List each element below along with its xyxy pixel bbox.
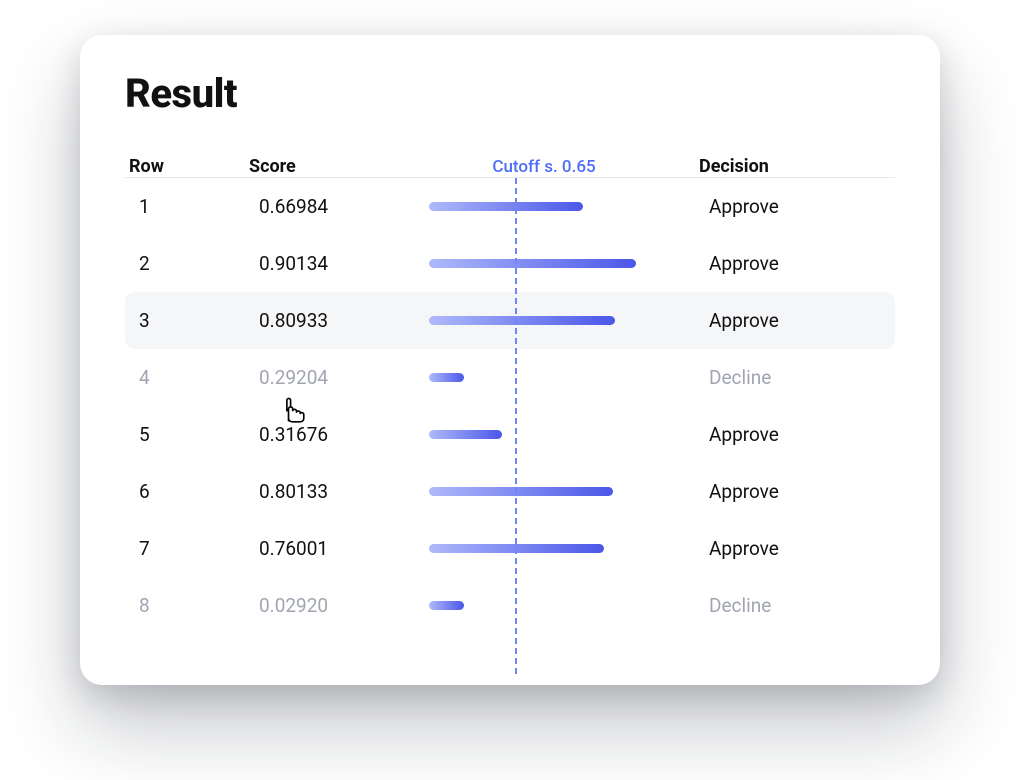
result-grid: Row Score Cutoff s. 0.65 Decision 10.669… bbox=[125, 141, 895, 634]
score-bar bbox=[429, 430, 502, 439]
cell-row-number: 7 bbox=[125, 537, 259, 560]
cell-score: 0.90134 bbox=[259, 252, 429, 275]
table-row[interactable]: 50.31676 Approve bbox=[125, 406, 895, 463]
cell-score-bar bbox=[429, 544, 679, 553]
table-row[interactable]: 60.80133 Approve bbox=[125, 463, 895, 520]
cell-decision: Decline bbox=[679, 594, 895, 617]
score-bar bbox=[429, 202, 583, 211]
cell-row-number: 2 bbox=[125, 252, 259, 275]
header-score: Score bbox=[249, 156, 419, 177]
cell-row-number: 3 bbox=[125, 309, 259, 332]
header-cutoff: Cutoff s. 0.65 bbox=[419, 157, 669, 177]
cell-score-bar bbox=[429, 601, 679, 610]
table-header: Row Score Cutoff s. 0.65 Decision bbox=[125, 141, 895, 178]
cell-score: 0.66984 bbox=[259, 195, 429, 218]
cell-score-bar bbox=[429, 202, 679, 211]
score-bar bbox=[429, 373, 464, 382]
cell-score: 0.29204 bbox=[259, 366, 429, 389]
cell-decision: Approve bbox=[679, 480, 895, 503]
cell-decision: Decline bbox=[679, 366, 895, 389]
cell-score: 0.31676 bbox=[259, 423, 429, 446]
cell-row-number: 5 bbox=[125, 423, 259, 446]
table-row[interactable]: 70.76001 Approve bbox=[125, 520, 895, 577]
score-bar bbox=[429, 544, 604, 553]
table-row[interactable]: 10.66984 Approve bbox=[125, 178, 895, 235]
cell-score: 0.80933 bbox=[259, 309, 429, 332]
cell-score: 0.80133 bbox=[259, 480, 429, 503]
cell-row-number: 1 bbox=[125, 195, 259, 218]
cell-decision: Approve bbox=[679, 195, 895, 218]
table-row[interactable]: 20.90134 Approve bbox=[125, 235, 895, 292]
cell-row-number: 4 bbox=[125, 366, 259, 389]
cell-decision: Approve bbox=[679, 537, 895, 560]
score-bar bbox=[429, 601, 464, 610]
cell-score-bar bbox=[429, 259, 679, 268]
table-row[interactable]: 80.02920 Decline bbox=[125, 577, 895, 634]
page-title: Result bbox=[125, 70, 895, 117]
table-row[interactable]: 30.80933 Approve bbox=[125, 292, 895, 349]
cell-decision: Approve bbox=[679, 252, 895, 275]
cell-score-bar bbox=[429, 487, 679, 496]
cell-decision: Approve bbox=[679, 309, 895, 332]
score-bar bbox=[429, 316, 615, 325]
result-card: Result Row Score Cutoff s. 0.65 Decision… bbox=[80, 35, 940, 685]
table-row[interactable]: 40.29204 Decline bbox=[125, 349, 895, 406]
cell-decision: Approve bbox=[679, 423, 895, 446]
score-bar bbox=[429, 259, 636, 268]
cell-score: 0.02920 bbox=[259, 594, 429, 617]
cell-score-bar bbox=[429, 373, 679, 382]
score-bar bbox=[429, 487, 613, 496]
cell-row-number: 6 bbox=[125, 480, 259, 503]
header-row: Row bbox=[125, 156, 249, 177]
cell-score: 0.76001 bbox=[259, 537, 429, 560]
cell-score-bar bbox=[429, 430, 679, 439]
header-decision: Decision bbox=[669, 156, 895, 177]
cell-score-bar bbox=[429, 316, 679, 325]
table-body: 10.66984 Approve 20.90134 Approve 30.80933 Ap… bbox=[125, 178, 895, 634]
cell-row-number: 8 bbox=[125, 594, 259, 617]
